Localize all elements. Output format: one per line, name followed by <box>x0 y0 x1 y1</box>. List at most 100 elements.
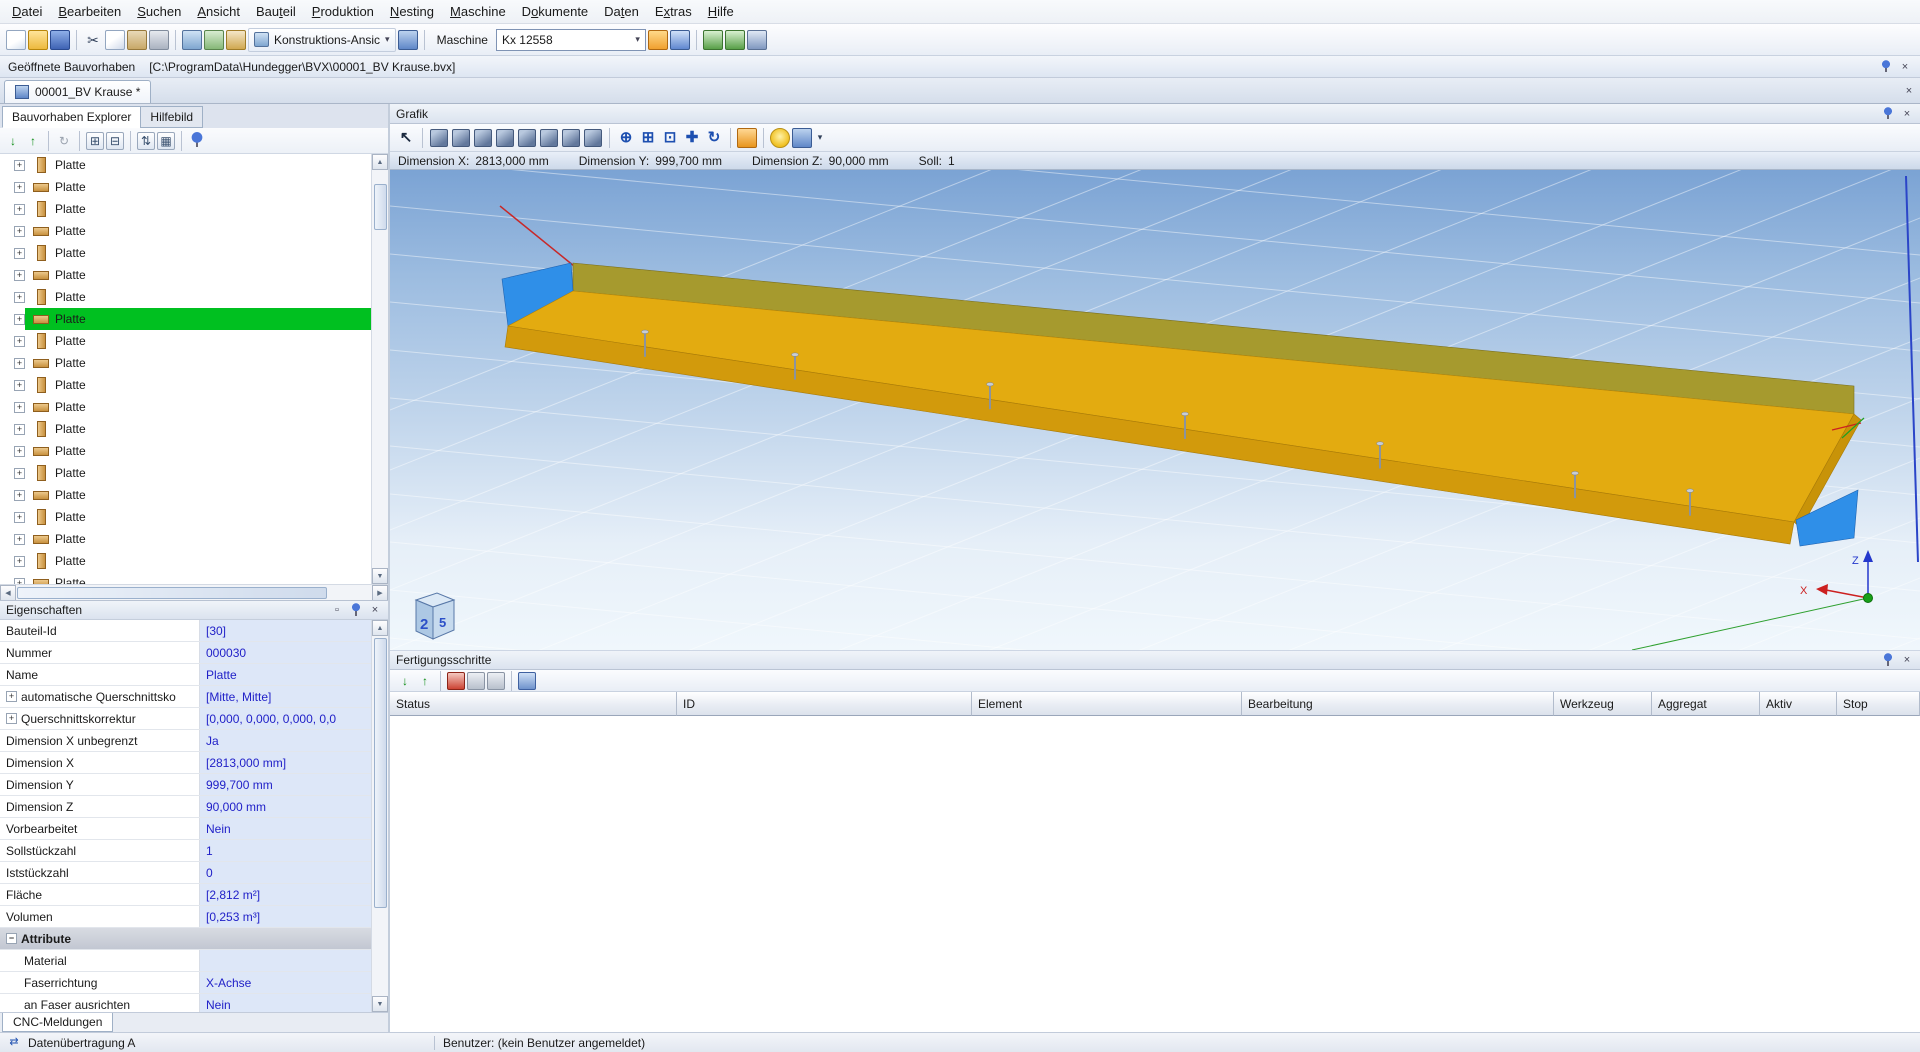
tree-expander[interactable]: + <box>14 446 25 457</box>
close-icon[interactable]: × <box>1900 107 1914 121</box>
tree-item-platte[interactable]: +Platte <box>0 286 371 308</box>
scrollbar-thumb[interactable] <box>374 184 387 230</box>
pin-icon[interactable] <box>350 603 362 617</box>
property-row-name[interactable]: NamePlatte <box>0 664 371 686</box>
property-row-sollstückzahl[interactable]: Sollstückzahl1 <box>0 840 371 862</box>
scrollbar-thumb[interactable] <box>374 638 387 908</box>
view-left-icon[interactable] <box>496 129 514 147</box>
tree-item-platte[interactable]: +Platte <box>0 374 371 396</box>
pan-icon[interactable]: ✚ <box>682 128 702 148</box>
tree-item-platte[interactable]: +Platte <box>0 550 371 572</box>
step-down-icon[interactable]: ↓ <box>396 672 414 690</box>
zoom-window-icon[interactable]: ⊞ <box>638 128 658 148</box>
view-back-icon[interactable] <box>474 129 492 147</box>
menu-dokumente[interactable]: Dokumente <box>514 1 597 22</box>
tree-item-platte[interactable]: +Platte <box>0 242 371 264</box>
tree-horizontal-scrollbar[interactable]: ◀ ▶ <box>0 584 388 600</box>
navigation-cube[interactable]: 2 5 <box>416 593 454 639</box>
tree-item-platte[interactable]: +Platte <box>0 440 371 462</box>
tree-item-platte[interactable]: +Platte <box>0 484 371 506</box>
simulation-screen-icon[interactable] <box>725 30 745 50</box>
copy-icon[interactable] <box>105 30 125 50</box>
tree-item-platte[interactable]: +Platte <box>0 352 371 374</box>
property-value[interactable]: [Mitte, Mitte] <box>200 686 371 707</box>
tree-expander[interactable]: + <box>14 204 25 215</box>
fs-column-aggregat[interactable]: Aggregat <box>1652 692 1760 716</box>
component-view-icon[interactable] <box>182 30 202 50</box>
property-value[interactable]: 999,700 mm <box>200 774 371 795</box>
property-row-iststückzahl[interactable]: Iststückzahl0 <box>0 862 371 884</box>
tree-item-platte[interactable]: +Platte <box>0 220 371 242</box>
expand-all-icon[interactable]: ⊞ <box>86 132 104 150</box>
property-value[interactable]: 000030 <box>200 642 371 663</box>
tree-expander[interactable]: + <box>14 424 25 435</box>
pin-icon[interactable] <box>1882 107 1894 121</box>
menu-ansicht[interactable]: Ansicht <box>189 1 248 22</box>
pin-icon[interactable] <box>1882 653 1894 667</box>
property-value[interactable]: [0,253 m³] <box>200 906 371 927</box>
property-row-dimension-x-unbegrenzt[interactable]: Dimension X unbegrenztJa <box>0 730 371 752</box>
fs-column-element[interactable]: Element <box>972 692 1242 716</box>
tree-expander[interactable]: + <box>14 380 25 391</box>
property-row-material[interactable]: Material <box>0 950 371 972</box>
view-top-icon[interactable] <box>540 129 558 147</box>
close-icon[interactable]: × <box>1900 653 1914 667</box>
view-right-icon[interactable] <box>518 129 536 147</box>
property-row-querschnittskorrektur[interactable]: +Querschnittskorrektur[0,000, 0,000, 0,0… <box>0 708 371 730</box>
tree-item-platte[interactable]: +Platte <box>0 462 371 484</box>
property-expander[interactable]: − <box>6 933 17 944</box>
measure-icon[interactable] <box>737 128 757 148</box>
step-up-icon[interactable]: ↑ <box>416 672 434 690</box>
close-icon[interactable]: × <box>368 603 382 617</box>
cut-icon[interactable]: ✂ <box>83 30 103 50</box>
fs-column-status[interactable]: Status <box>390 692 677 716</box>
menu-produktion[interactable]: Produktion <box>304 1 382 22</box>
property-row-dimension-y[interactable]: Dimension Y999,700 mm <box>0 774 371 796</box>
filter-icon[interactable]: ▦ <box>157 132 175 150</box>
menu-suchen[interactable]: Suchen <box>129 1 189 22</box>
properties-scrollbar[interactable]: ▲ ▼ <box>371 620 388 1012</box>
scrollbar-thumb[interactable] <box>17 587 327 599</box>
property-row-dimension-x[interactable]: Dimension X[2813,000 mm] <box>0 752 371 774</box>
property-value[interactable] <box>200 950 371 971</box>
scroll-down-icon[interactable]: ▼ <box>372 996 388 1012</box>
paste-icon[interactable] <box>127 30 147 50</box>
display-settings-icon[interactable] <box>792 128 812 148</box>
property-value[interactable]: Nein <box>200 994 371 1012</box>
tree-expander[interactable]: + <box>14 490 25 501</box>
float-window-icon[interactable]: ▫ <box>330 603 344 617</box>
view-free-icon[interactable] <box>584 129 602 147</box>
machine-view-icon[interactable] <box>204 30 224 50</box>
property-row-vorbearbeitet[interactable]: VorbearbeitetNein <box>0 818 371 840</box>
collapse-all-icon[interactable]: ⊟ <box>106 132 124 150</box>
view-settings-icon[interactable] <box>398 30 418 50</box>
property-value[interactable]: [30] <box>200 620 371 641</box>
production-screen-icon[interactable] <box>703 30 723 50</box>
tree-item-platte[interactable]: +Platte <box>0 308 371 330</box>
property-value[interactable]: Ja <box>200 730 371 751</box>
fs-column-aktiv[interactable]: Aktiv <box>1760 692 1837 716</box>
close-icon[interactable]: × <box>1898 60 1912 74</box>
property-row-fläche[interactable]: Fläche[2,812 m²] <box>0 884 371 906</box>
fs-column-id[interactable]: ID <box>677 692 972 716</box>
tree-expander[interactable]: + <box>14 336 25 347</box>
menu-maschine[interactable]: Maschine <box>442 1 514 22</box>
tree-expander[interactable]: + <box>14 512 25 523</box>
sort-icon[interactable]: ⇅ <box>137 132 155 150</box>
scroll-down-icon[interactable]: ▼ <box>372 568 388 584</box>
tree-expander[interactable]: + <box>14 182 25 193</box>
tree-item-platte[interactable]: +Platte <box>0 418 371 440</box>
list-view-icon[interactable] <box>226 30 246 50</box>
property-value[interactable]: [0,000, 0,000, 0,000, 0,0 <box>200 708 371 729</box>
edit-steps-icon[interactable] <box>518 672 536 690</box>
scroll-left-icon[interactable]: ◀ <box>0 585 16 601</box>
view-combo[interactable]: Konstruktions-Ansic ▾ <box>248 28 396 52</box>
tree-item-platte[interactable]: +Platte <box>0 396 371 418</box>
tree-expander[interactable]: + <box>14 468 25 479</box>
machine-combo[interactable]: Kx 12558 ▾ <box>496 29 646 51</box>
open-project-icon[interactable] <box>28 30 48 50</box>
rotate-view-icon[interactable]: ↻ <box>704 128 724 148</box>
property-value[interactable]: 90,000 mm <box>200 796 371 817</box>
property-value[interactable]: 1 <box>200 840 371 861</box>
property-value[interactable]: [2,812 m²] <box>200 884 371 905</box>
